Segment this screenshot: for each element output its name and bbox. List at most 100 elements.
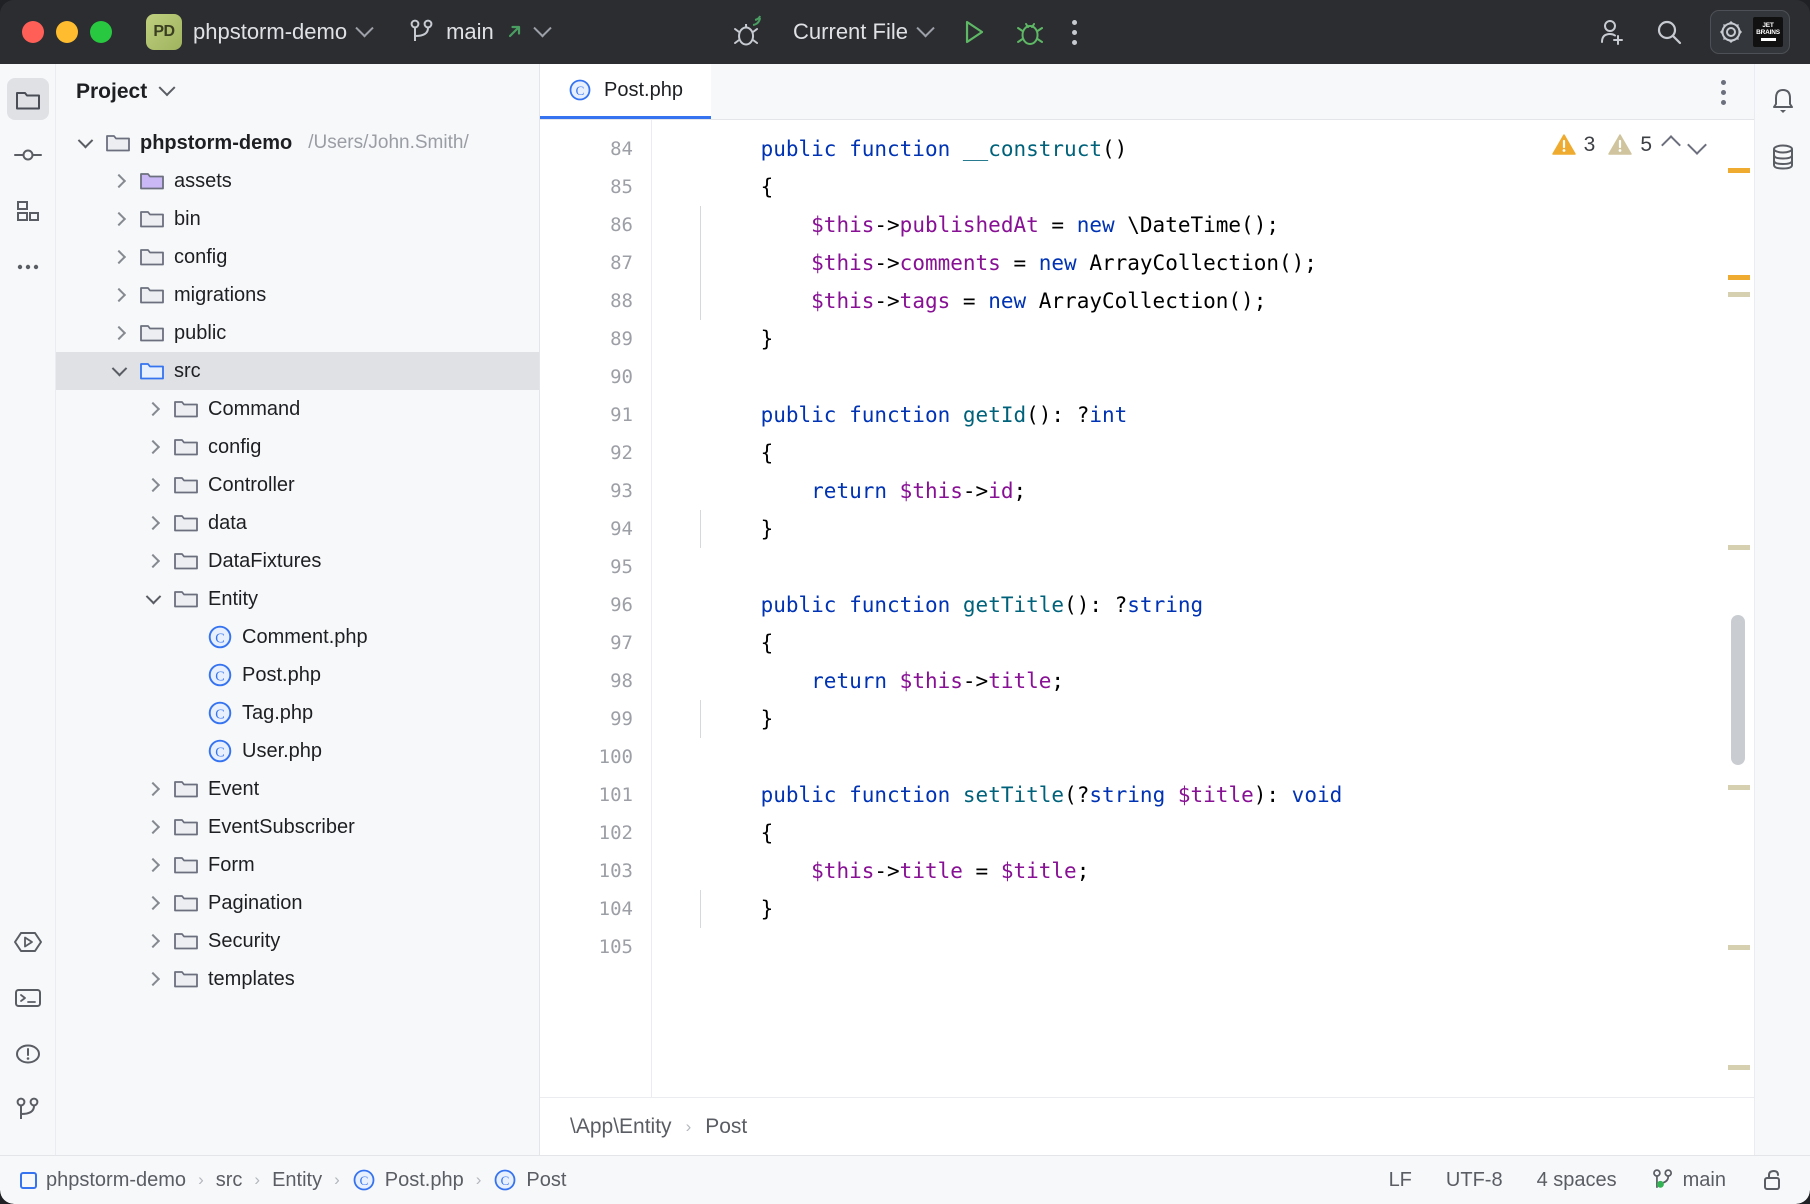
expand-arrow-icon[interactable] — [108, 328, 130, 338]
code-line[interactable]: public function getTitle(): ?string — [710, 586, 1724, 624]
code-editor[interactable]: 3 5 848586878889909192939495969798991001… — [540, 120, 1754, 1097]
weak-warning-marker[interactable] — [1728, 292, 1750, 297]
expand-arrow-icon[interactable] — [142, 556, 164, 566]
expand-arrow-icon[interactable] — [142, 936, 164, 946]
line-number[interactable]: 99 — [540, 700, 633, 738]
code-line[interactable]: } — [710, 700, 1724, 738]
close-window-button[interactable] — [22, 21, 44, 43]
code-line[interactable]: return $this->title; — [710, 662, 1724, 700]
line-number[interactable]: 103 — [540, 852, 633, 890]
tree-item-src[interactable]: src — [56, 352, 539, 390]
expand-arrow-icon[interactable] — [142, 518, 164, 528]
tool-button-notifications[interactable] — [1762, 80, 1804, 122]
weak-warning-marker[interactable] — [1728, 545, 1750, 550]
tree-item-templates[interactable]: templates — [56, 960, 539, 998]
code-line[interactable]: $this->comments = new ArrayCollection(); — [710, 244, 1724, 282]
status-breadcrumb-item[interactable]: Entity — [272, 1169, 322, 1192]
debug-attach-icon[interactable] — [733, 15, 767, 49]
code-line[interactable]: { — [710, 814, 1724, 852]
code-line[interactable] — [710, 928, 1724, 966]
line-number[interactable]: 86 — [540, 206, 633, 244]
tree-item-form[interactable]: Form — [56, 846, 539, 884]
expand-arrow-icon[interactable] — [142, 974, 164, 984]
tree-item-event[interactable]: Event — [56, 770, 539, 808]
code-line[interactable]: $this->publishedAt = new \DateTime(); — [710, 206, 1724, 244]
line-number[interactable]: 98 — [540, 662, 633, 700]
editor-tab-post-php[interactable]: C Post.php — [540, 64, 711, 119]
tree-item-comment-php[interactable]: CComment.php — [56, 618, 539, 656]
code-line[interactable]: } — [710, 320, 1724, 358]
editor-scrollbar[interactable] — [1724, 120, 1754, 1097]
code-line[interactable] — [710, 358, 1724, 396]
tree-item-bin[interactable]: bin — [56, 200, 539, 238]
code-line[interactable]: } — [710, 510, 1724, 548]
tree-item-data[interactable]: data — [56, 504, 539, 542]
more-actions-button[interactable] — [1072, 20, 1077, 45]
code-line[interactable]: } — [710, 890, 1724, 928]
code-line[interactable]: return $this->id; — [710, 472, 1724, 510]
tree-item-tag-php[interactable]: CTag.php — [56, 694, 539, 732]
warning-marker[interactable] — [1728, 275, 1750, 280]
weak-warning-count-chip[interactable]: 5 — [1607, 132, 1652, 158]
status-breadcrumb-item[interactable]: CPost.php — [352, 1168, 464, 1192]
tree-item-config[interactable]: config — [56, 428, 539, 466]
line-number[interactable]: 91 — [540, 396, 633, 434]
code-line[interactable] — [710, 738, 1724, 776]
code-line[interactable] — [710, 548, 1724, 586]
expand-arrow-icon[interactable] — [142, 480, 164, 490]
tree-item-entity[interactable]: Entity — [56, 580, 539, 618]
chevron-down-icon[interactable] — [159, 79, 176, 96]
expand-arrow-icon[interactable] — [142, 784, 164, 794]
expand-arrow-icon[interactable] — [142, 442, 164, 452]
line-number[interactable]: 100 — [540, 738, 633, 776]
expand-arrow-icon[interactable] — [108, 252, 130, 262]
jetbrains-ai-icon[interactable]: JET BRAINS — [1753, 17, 1783, 47]
maximize-window-button[interactable] — [90, 21, 112, 43]
expand-arrow-icon[interactable] — [108, 176, 130, 186]
tool-button-database[interactable] — [1762, 136, 1804, 178]
expand-arrow-icon[interactable] — [108, 290, 130, 300]
tree-item-phpstorm-demo[interactable]: phpstorm-demo/Users/John.Smith/ — [56, 124, 539, 162]
code-line[interactable]: public function getId(): ?int — [710, 396, 1724, 434]
editor-breadcrumb[interactable]: \App\Entity›Post — [540, 1097, 1754, 1155]
status-breadcrumb-item[interactable]: src — [216, 1169, 243, 1192]
run-configuration-selector[interactable]: Current File — [793, 19, 932, 45]
line-number[interactable]: 97 — [540, 624, 633, 662]
status-breadcrumb-item[interactable]: CPost — [493, 1168, 566, 1192]
tool-button-structure[interactable] — [7, 190, 49, 232]
tool-button-terminal[interactable] — [7, 977, 49, 1019]
tree-item-pagination[interactable]: Pagination — [56, 884, 539, 922]
line-number[interactable]: 95 — [540, 548, 633, 586]
unlocked-icon[interactable] — [1760, 1167, 1786, 1193]
code-line[interactable]: public function setTitle(?string $title)… — [710, 776, 1724, 814]
line-number[interactable]: 93 — [540, 472, 633, 510]
line-number[interactable]: 105 — [540, 928, 633, 966]
line-number[interactable]: 94 — [540, 510, 633, 548]
project-tree[interactable]: phpstorm-demo/Users/John.Smith/assetsbin… — [56, 120, 539, 1155]
tree-item-user-php[interactable]: CUser.php — [56, 732, 539, 770]
update-project-icon[interactable] — [505, 22, 525, 42]
line-number[interactable]: 92 — [540, 434, 633, 472]
editor-tab-options-button[interactable] — [1721, 64, 1726, 120]
breadcrumb-item[interactable]: \App\Entity — [570, 1115, 672, 1139]
tool-button-version-control[interactable] — [7, 1089, 49, 1131]
warning-count-chip[interactable]: 3 — [1551, 132, 1596, 158]
line-number[interactable]: 87 — [540, 244, 633, 282]
expand-arrow-icon[interactable] — [108, 214, 130, 224]
tool-button-run[interactable] — [7, 921, 49, 963]
next-problem-icon[interactable] — [1687, 135, 1707, 155]
gear-icon[interactable] — [1717, 18, 1745, 46]
previous-problem-icon[interactable] — [1661, 135, 1681, 155]
breadcrumb-item[interactable]: Post — [705, 1115, 747, 1139]
status-breadcrumb[interactable]: phpstorm-demo›src›Entity›CPost.php›CPost — [20, 1168, 566, 1192]
add-user-icon[interactable] — [1596, 16, 1628, 48]
warning-marker[interactable] — [1728, 168, 1750, 173]
tree-item-eventsubscriber[interactable]: EventSubscriber — [56, 808, 539, 846]
search-icon[interactable] — [1654, 17, 1684, 47]
code-line[interactable]: { — [710, 434, 1724, 472]
tool-button-problems[interactable] — [7, 1033, 49, 1075]
scrollbar-thumb[interactable] — [1731, 615, 1745, 765]
tool-button-more[interactable] — [7, 246, 49, 288]
project-selector[interactable]: PD phpstorm-demo — [146, 14, 371, 50]
tree-item-assets[interactable]: assets — [56, 162, 539, 200]
